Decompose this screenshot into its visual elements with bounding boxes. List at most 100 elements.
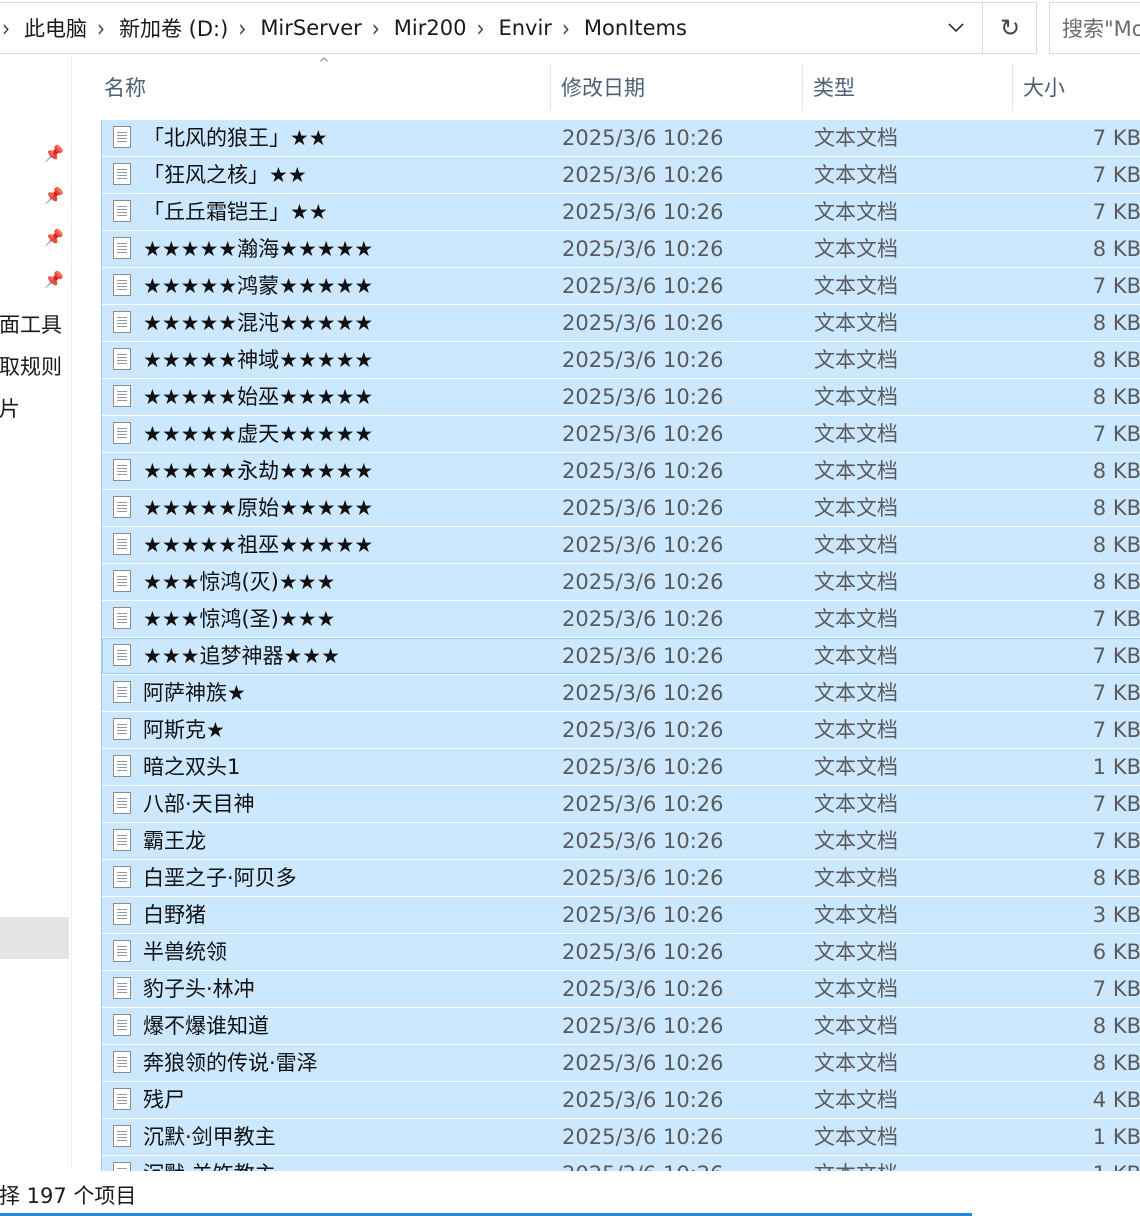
chevron-right-icon[interactable]: ›	[470, 14, 494, 43]
file-row[interactable]: 沉默·剑甲教主 2025/3/6 10:26 文本文档 1 KB	[102, 1119, 1140, 1155]
column-header-name-label: 名称	[104, 76, 146, 100]
file-row[interactable]: 「北风的狼王」★★ 2025/3/6 10:26 文本文档 7 KB	[102, 120, 1140, 156]
file-row[interactable]: ★★★★★神域★★★★★ 2025/3/6 10:26 文本文档 8 KB	[102, 342, 1140, 378]
file-row[interactable]: 「狂风之核」★★ 2025/3/6 10:26 文本文档 7 KB	[102, 157, 1140, 193]
chevron-right-icon[interactable]: ›	[556, 14, 580, 43]
file-row[interactable]: 白野猪 2025/3/6 10:26 文本文档 3 KB	[102, 897, 1140, 933]
file-size: 7 KB	[1092, 163, 1140, 187]
file-modified-date: 2025/3/6 10:26	[562, 1156, 724, 1171]
file-row[interactable]: 爆不爆谁知道 2025/3/6 10:26 文本文档 8 KB	[102, 1008, 1140, 1044]
file-name: 八部·天目神	[143, 792, 255, 816]
file-row[interactable]: 奔狼领的传说·雷泽 2025/3/6 10:26 文本文档 8 KB	[102, 1045, 1140, 1081]
file-modified-date: 2025/3/6 10:26	[562, 644, 724, 668]
file-row[interactable]: ★★★追梦神器★★★ 2025/3/6 10:26 文本文档 7 KB	[102, 638, 1140, 674]
column-divider[interactable]	[1012, 64, 1013, 110]
file-row[interactable]: ★★★★★永劫★★★★★ 2025/3/6 10:26 文本文档 8 KB	[102, 453, 1140, 489]
file-row[interactable]: 阿斯克★ 2025/3/6 10:26 文本文档 7 KB	[102, 712, 1140, 748]
file-size: 3 KB	[1092, 903, 1140, 927]
refresh-icon[interactable]: ↻	[982, 3, 1036, 53]
text-document-icon	[113, 755, 131, 777]
pin-icon: 📌	[44, 186, 64, 205]
file-size: 8 KB	[1092, 385, 1140, 409]
file-list[interactable]: 「北风的狼王」★★ 2025/3/6 10:26 文本文档 7 KB 「狂风之核」★★ 2…	[101, 120, 1140, 1171]
pin-icon: 📌	[44, 270, 64, 289]
file-type: 文本文档	[814, 237, 898, 261]
file-modified-date: 2025/3/6 10:26	[562, 570, 724, 594]
file-row[interactable]: 沉默·羊饰教主 2025/3/6 10:26 文本文档 1 KB	[102, 1156, 1140, 1171]
breadcrumb-drive-d[interactable]: 新加卷 (D:)	[115, 13, 232, 43]
file-modified-date: 2025/3/6 10:26	[562, 459, 724, 483]
breadcrumb-mirserver[interactable]: MirServer	[256, 16, 365, 40]
file-size: 7 KB	[1092, 274, 1140, 298]
navigation-pane[interactable]: 📌 📌 📌 📌 桌面工具 读取规则 照片	[0, 56, 72, 1170]
file-name: ★★★★★永劫★★★★★	[143, 459, 374, 483]
file-size: 8 KB	[1092, 496, 1140, 520]
file-size: 8 KB	[1092, 570, 1140, 594]
text-document-icon	[113, 570, 131, 592]
file-name: ★★★★★原始★★★★★	[143, 496, 374, 520]
chevron-right-icon[interactable]: ›	[0, 14, 20, 43]
address-bar[interactable]: › 此电脑 › 新加卷 (D:) › MirServer › Mir200 › …	[0, 2, 1037, 54]
file-type: 文本文档	[814, 977, 898, 1001]
file-row[interactable]: 豹子头·林冲 2025/3/6 10:26 文本文档 7 KB	[102, 971, 1140, 1007]
file-row[interactable]: ★★★惊鸿(圣)★★★ 2025/3/6 10:26 文本文档 7 KB	[102, 601, 1140, 637]
file-size: 7 KB	[1092, 977, 1140, 1001]
file-modified-date: 2025/3/6 10:26	[562, 1051, 724, 1075]
file-row[interactable]: ★★★★★混沌★★★★★ 2025/3/6 10:26 文本文档 8 KB	[102, 305, 1140, 341]
file-row[interactable]: 「丘丘霜铠王」★★ 2025/3/6 10:26 文本文档 7 KB	[102, 194, 1140, 230]
file-name: ★★★★★神域★★★★★	[143, 348, 374, 372]
file-modified-date: 2025/3/6 10:26	[562, 1014, 724, 1038]
file-name: 沉默·剑甲教主	[143, 1125, 276, 1149]
file-row[interactable]: ★★★★★始巫★★★★★ 2025/3/6 10:26 文本文档 8 KB	[102, 379, 1140, 415]
column-header-date[interactable]: 修改日期	[561, 58, 645, 116]
column-header-type[interactable]: 类型	[813, 58, 855, 116]
column-header-size[interactable]: 大小	[1023, 58, 1065, 116]
chevron-right-icon[interactable]: ›	[232, 14, 256, 43]
file-row[interactable]: 八部·天目神 2025/3/6 10:26 文本文档 7 KB	[102, 786, 1140, 822]
file-row[interactable]: ★★★★★祖巫★★★★★ 2025/3/6 10:26 文本文档 8 KB	[102, 527, 1140, 563]
file-name: 「北风的狼王」★★	[143, 126, 328, 150]
nav-item-desktop-tools[interactable]: 桌面工具	[0, 309, 62, 339]
file-row[interactable]: ★★★★★鸿蒙★★★★★ 2025/3/6 10:26 文本文档 7 KB	[102, 268, 1140, 304]
file-name: 豹子头·林冲	[143, 977, 255, 1001]
file-name: ★★★★★祖巫★★★★★	[143, 533, 374, 557]
chevron-down-icon[interactable]	[932, 3, 980, 53]
breadcrumb-monitems[interactable]: MonItems	[580, 16, 691, 40]
file-row[interactable]: 残尸 2025/3/6 10:26 文本文档 4 KB	[102, 1082, 1140, 1118]
file-name: 爆不爆谁知道	[143, 1014, 269, 1038]
file-row[interactable]: 半兽统领 2025/3/6 10:26 文本文档 6 KB	[102, 934, 1140, 970]
file-row[interactable]: 白垩之子·阿贝多 2025/3/6 10:26 文本文档 8 KB	[102, 860, 1140, 896]
file-name: 霸王龙	[143, 829, 206, 853]
file-row[interactable]: 阿萨神族★ 2025/3/6 10:26 文本文档 7 KB	[102, 675, 1140, 711]
file-type: 文本文档	[814, 570, 898, 594]
chevron-right-icon[interactable]: ›	[91, 14, 115, 43]
column-divider[interactable]	[550, 64, 551, 110]
breadcrumb-mir200[interactable]: Mir200	[390, 16, 471, 40]
file-size: 7 KB	[1092, 644, 1140, 668]
file-type: 文本文档	[814, 1051, 898, 1075]
file-row[interactable]: ★★★惊鸿(灭)★★★ 2025/3/6 10:26 文本文档 8 KB	[102, 564, 1140, 600]
nav-item-photos[interactable]: 照片	[0, 393, 20, 423]
file-modified-date: 2025/3/6 10:26	[562, 274, 724, 298]
text-document-icon	[113, 903, 131, 925]
column-header-name[interactable]: 名称	[104, 58, 146, 116]
nav-item-read-rules[interactable]: 读取规则	[0, 351, 62, 381]
file-modified-date: 2025/3/6 10:26	[562, 755, 724, 779]
search-input[interactable]: 搜索"MonItems"	[1049, 2, 1140, 54]
file-row[interactable]: ★★★★★原始★★★★★ 2025/3/6 10:26 文本文档 8 KB	[102, 490, 1140, 526]
file-type: 文本文档	[814, 200, 898, 224]
file-size: 8 KB	[1092, 1014, 1140, 1038]
file-row[interactable]: 暗之双头1 2025/3/6 10:26 文本文档 1 KB	[102, 749, 1140, 785]
breadcrumb-this-pc[interactable]: 此电脑	[20, 13, 91, 43]
column-divider[interactable]	[802, 64, 803, 110]
file-row[interactable]: ★★★★★虚天★★★★★ 2025/3/6 10:26 文本文档 7 KB	[102, 416, 1140, 452]
file-row[interactable]: ★★★★★瀚海★★★★★ 2025/3/6 10:26 文本文档 8 KB	[102, 231, 1140, 267]
breadcrumb-envir[interactable]: Envir	[494, 16, 555, 40]
file-name: ★★★惊鸿(灭)★★★	[143, 570, 336, 594]
chevron-right-icon[interactable]: ›	[366, 14, 390, 43]
file-name: ★★★★★始巫★★★★★	[143, 385, 374, 409]
nav-item-hover-highlight[interactable]	[0, 917, 69, 959]
file-type: 文本文档	[814, 274, 898, 298]
file-name: ★★★★★虚天★★★★★	[143, 422, 374, 446]
file-row[interactable]: 霸王龙 2025/3/6 10:26 文本文档 7 KB	[102, 823, 1140, 859]
